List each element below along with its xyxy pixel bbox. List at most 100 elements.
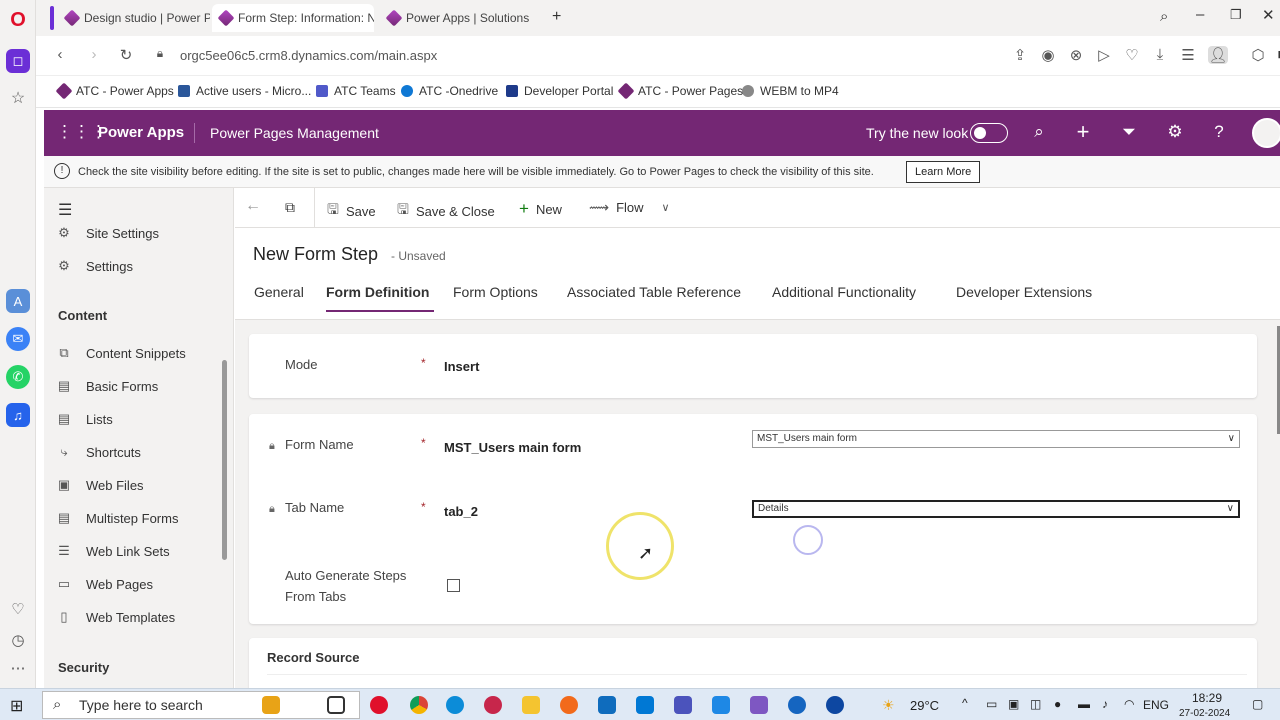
extensions-icon[interactable]: ⬡ [1248,46,1268,64]
filter-icon[interactable]: ⏷ [1118,122,1140,142]
app-icon[interactable] [826,696,844,714]
sidebar-item-shortcuts[interactable]: ⤷ Shortcuts [56,444,141,460]
save-close-button[interactable]: 🖫︎ Save & Close [397,199,495,223]
wifi-icon[interactable]: ◠ [1124,697,1134,711]
remote-app-icon[interactable] [712,696,730,714]
tab-form-options[interactable]: Form Options [453,284,538,300]
download-icon[interactable]: ⤓ [1150,46,1170,63]
close-window-icon[interactable]: ✕ [1262,6,1275,24]
music-icon[interactable]: ♫ [6,403,30,427]
settings-gear-icon[interactable]: ⚙ [1164,122,1186,142]
taskbar-search-input[interactable]: ⌕ Type here to search [42,691,360,719]
tab-additional-functionality[interactable]: Additional Functionality [772,284,916,300]
briefcase-icon[interactable] [262,696,280,714]
auto-generate-checkbox[interactable] [447,579,460,592]
bookmark-item[interactable]: Active users - Micro... [178,84,311,98]
app-launcher-icon[interactable]: ⋮⋮⋮ [56,122,107,142]
app-name[interactable]: Power Apps [98,124,184,141]
restore-icon[interactable]: ❐ [1230,7,1242,23]
heart-icon[interactable]: ♡ [6,597,30,621]
hamburger-menu-icon[interactable]: ☰ [58,200,72,220]
orange-app-icon[interactable] [560,696,578,714]
teams-icon[interactable] [674,696,692,714]
opera-logo-icon[interactable]: O [6,8,30,32]
sidebar-item-web-pages[interactable]: ▭ Web Pages [56,576,153,592]
tray-app-icon[interactable]: ▣ [1008,697,1019,711]
browser-tab-active[interactable]: Form Step: Information: N [212,4,374,32]
tab-name-dropdown[interactable]: Details ∨ [752,500,1240,518]
help-icon[interactable]: ? [1208,122,1230,142]
bookmark-item[interactable]: ATC -Onedrive [401,84,498,98]
tray-app-icon[interactable]: ◫ [1030,697,1041,711]
tab-form-definition[interactable]: Form Definition [326,284,429,300]
bookmark-item[interactable]: WEBM to MP4 [742,84,839,98]
vpn-icon[interactable]: ■ [1272,46,1280,63]
clock-time[interactable]: 18:29 [1192,691,1222,705]
opera-app-icon[interactable] [370,696,388,714]
chevron-down-icon[interactable]: ∨ [662,201,670,214]
file-explorer-icon[interactable] [522,696,540,714]
tray-chevron-icon[interactable]: ^ [962,696,968,710]
search-icon[interactable]: ⌕ [1028,122,1050,142]
tab-general[interactable]: General [254,284,304,300]
url-field[interactable]: orgc5ee06c5.crm8.dynamics.com/main.aspx [180,48,437,63]
microphone-icon[interactable]: ● [1054,697,1061,711]
sidebar-item-settings[interactable]: ⚙ Settings [56,258,133,274]
flow-button[interactable]: ⟿ Flow ∨ [589,199,670,216]
minimize-icon[interactable]: – [1196,6,1204,23]
browser-tab[interactable]: Design studio | Power Pag [58,4,210,32]
back-icon[interactable]: ‹ [50,46,70,63]
bookmark-item[interactable]: ATC - Power Pages [617,82,743,100]
battery-icon[interactable]: ▬ [1078,697,1090,711]
new-tab-icon[interactable]: + [552,8,561,26]
add-icon[interactable]: + [1072,119,1094,145]
snapshot-icon[interactable]: ◉ [1038,46,1058,64]
app-icon[interactable] [788,696,806,714]
vscode-icon[interactable] [636,696,654,714]
aria-icon[interactable]: A [6,289,30,313]
weather-icon[interactable]: ☀ [882,697,895,714]
flow-icon[interactable]: ▷ [1094,46,1114,64]
tray-app-icon[interactable]: ▭ [986,697,997,711]
mode-value[interactable]: Insert [444,359,479,374]
pinboard-icon[interactable]: ☆ [6,86,30,110]
sidebar-item-content-snippets[interactable]: ⧉ Content Snippets [56,345,185,361]
tab-associated-table-reference[interactable]: Associated Table Reference [567,284,741,300]
history-icon[interactable]: ◷ [6,628,30,652]
edge-icon[interactable] [446,696,464,714]
forward-icon[interactable]: › [84,46,104,63]
sidebar-item-web-files[interactable]: ▣ Web Files [56,477,144,493]
outlook-icon[interactable] [598,696,616,714]
avatar[interactable] [1252,118,1280,148]
visual-studio-icon[interactable] [750,696,768,714]
messenger-icon[interactable]: ✉ [6,327,30,351]
sidebar-item-web-templates[interactable]: ▯ Web Templates [56,609,175,625]
easy-setup-icon[interactable]: ☰ [1178,46,1198,64]
language-indicator[interactable]: ENG [1143,698,1169,712]
bookmark-item[interactable]: ATC Teams [316,84,396,98]
workspace-icon[interactable]: ◻ [6,49,30,73]
weather-temp[interactable]: 29°C [910,698,939,713]
windows-start-icon[interactable]: ⊞ [10,696,23,716]
clock-date[interactable]: 27-02-2024 [1179,708,1230,719]
more-icon[interactable]: ⋯ [6,656,30,680]
task-view-icon[interactable] [327,696,345,714]
profile-icon[interactable]: 👤︎ [1208,46,1228,64]
sidebar-item-web-link-sets[interactable]: ☰ Web Link Sets [56,543,169,559]
sidebar-item-basic-forms[interactable]: ▤ Basic Forms [56,378,158,394]
browser-tab[interactable]: Power Apps | Solutions [380,4,540,32]
chrome-icon[interactable] [410,696,428,714]
bookmark-item[interactable]: Developer Portal [506,84,613,98]
learn-more-button[interactable]: Learn More [906,161,981,183]
sidebar-scrollbar[interactable] [222,360,227,560]
sidebar-item-lists[interactable]: ▤ Lists [56,411,113,427]
sidebar-item-multistep-forms[interactable]: ▤ Multistep Forms [56,510,179,526]
back-arrow-icon[interactable]: ← [245,197,261,215]
tab-name-value[interactable]: tab_2 [444,504,478,519]
speaker-icon[interactable]: ♪ [1102,697,1108,711]
notifications-icon[interactable]: ▢ [1252,697,1263,711]
adblock-icon[interactable]: ⊗ [1066,46,1086,64]
tab-search-icon[interactable]: ⌕ [1160,8,1168,25]
sidebar-item-site-settings[interactable]: ⚙ Site Settings [56,225,159,241]
whatsapp-icon[interactable]: ✆ [6,365,30,389]
